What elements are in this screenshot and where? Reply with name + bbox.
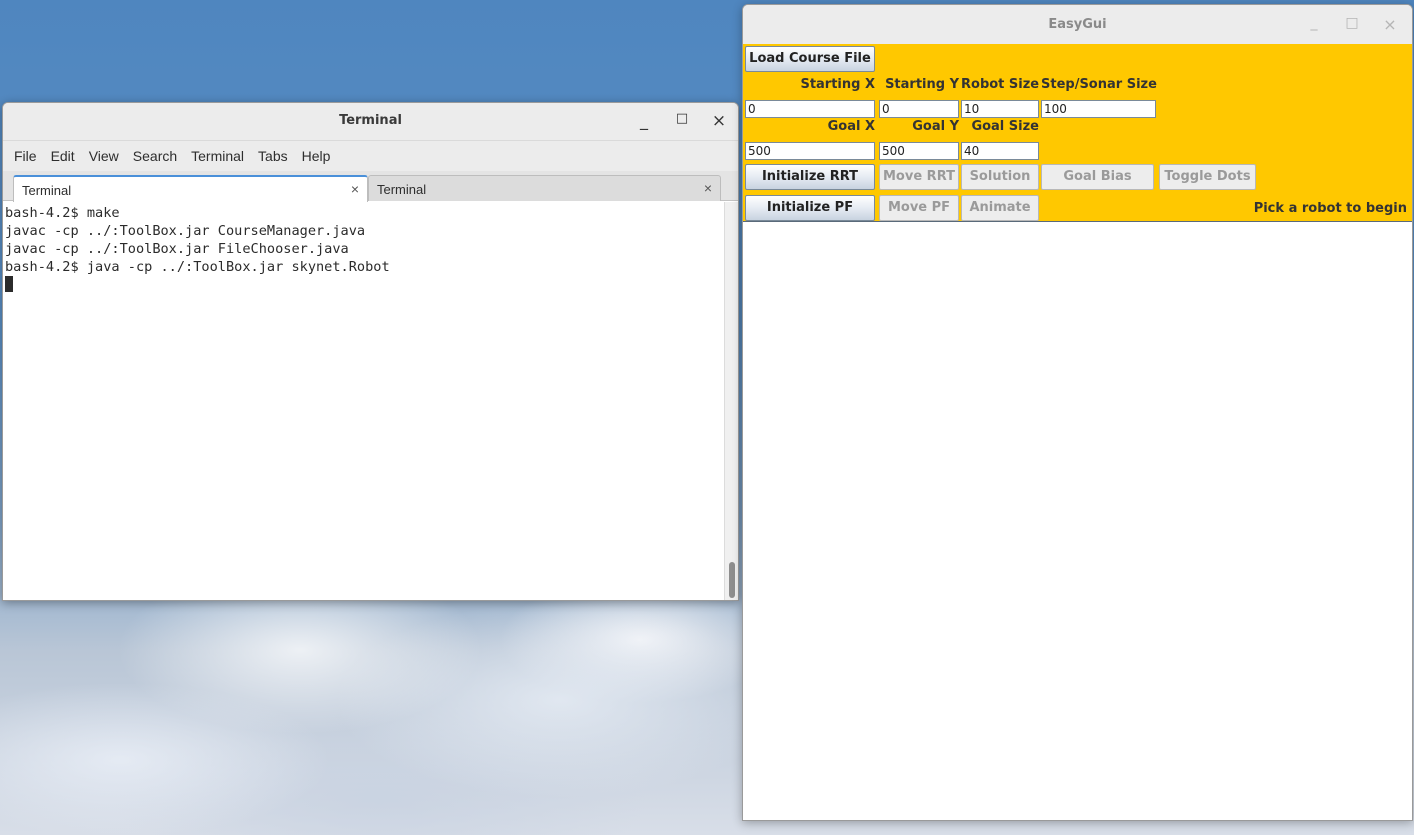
menu-view[interactable]: View [82,148,126,164]
terminal-tab-bar: Terminal × Terminal × [3,171,738,202]
close-icon[interactable]: × [1380,15,1400,34]
robot-size-label: Robot Size [961,77,1040,92]
terminal-title: Terminal [339,113,402,128]
menu-file[interactable]: File [7,148,44,164]
goal-size-label: Goal Size [971,119,1039,134]
status-label: Pick a robot to begin [1253,201,1407,216]
initialize-pf-button[interactable]: Initialize PF [745,195,875,221]
menu-terminal[interactable]: Terminal [184,148,251,164]
tab-terminal-2[interactable]: Terminal × [368,175,721,201]
terminal-line: bash-4.2$ java -cp ../:ToolBox.jar skyne… [5,259,390,275]
easygui-titlebar[interactable]: EasyGui _ □ × [743,5,1412,44]
easygui-window: EasyGui _ □ × Load Course File Starting … [742,4,1413,821]
toggle-dots-button[interactable]: Toggle Dots [1159,164,1256,190]
maximize-icon[interactable]: □ [1342,15,1362,31]
starting-y-field[interactable]: 0 [879,100,959,118]
goal-x-label: Goal X [827,119,875,134]
tab-label: Terminal [377,182,427,197]
tab-label: Terminal [22,183,72,198]
maximize-icon[interactable]: □ [671,111,693,133]
drawing-canvas[interactable] [743,221,1412,820]
starting-y-label: Starting Y [885,77,959,92]
animate-button[interactable]: Animate [961,195,1039,221]
terminal-menubar: File Edit View Search Terminal Tabs Help [3,141,738,171]
terminal-line: javac -cp ../:ToolBox.jar FileChooser.ja… [5,241,349,257]
goal-size-field[interactable]: 40 [961,142,1039,160]
menu-tabs[interactable]: Tabs [251,148,295,164]
menu-edit[interactable]: Edit [44,148,82,164]
starting-x-field[interactable]: 0 [745,100,875,118]
robot-size-field[interactable]: 10 [961,100,1039,118]
terminal-window: Terminal _ □ × File Edit View Search Ter… [2,102,739,601]
step-sonar-size-field[interactable]: 100 [1041,100,1156,118]
terminal-cursor [5,276,13,292]
step-sonar-size-label: Step/Sonar Size [1041,77,1157,92]
minimize-icon[interactable]: _ [633,111,655,133]
move-pf-button[interactable]: Move PF [879,195,959,221]
solution-button[interactable]: Solution [961,164,1039,190]
initialize-rrt-button[interactable]: Initialize RRT [745,164,875,190]
terminal-line: bash-4.2$ make [5,205,120,221]
terminal-output[interactable]: bash-4.2$ make javac -cp ../:ToolBox.jar … [3,202,724,600]
goal-bias-button[interactable]: Goal Bias [1041,164,1154,190]
starting-x-label: Starting X [800,77,875,92]
goal-x-field[interactable]: 500 [745,142,875,160]
load-course-file-button[interactable]: Load Course File [745,46,875,72]
tab-close-icon[interactable]: × [704,180,712,196]
minimize-icon[interactable]: _ [1304,15,1324,31]
menu-help[interactable]: Help [295,148,338,164]
control-panel: Load Course File Starting X Starting Y R… [743,44,1412,221]
tab-terminal-1[interactable]: Terminal × [13,175,368,202]
goal-y-label: Goal Y [912,119,959,134]
move-rrt-button[interactable]: Move RRT [879,164,959,190]
terminal-line: javac -cp ../:ToolBox.jar CourseManager.… [5,223,366,239]
terminal-titlebar[interactable]: Terminal _ □ × [3,103,738,141]
scrollbar-thumb[interactable] [729,562,735,598]
close-icon[interactable]: × [708,111,730,133]
menu-search[interactable]: Search [126,148,184,164]
goal-y-field[interactable]: 500 [879,142,959,160]
terminal-scrollbar[interactable] [724,202,738,600]
tab-close-icon[interactable]: × [351,181,359,197]
